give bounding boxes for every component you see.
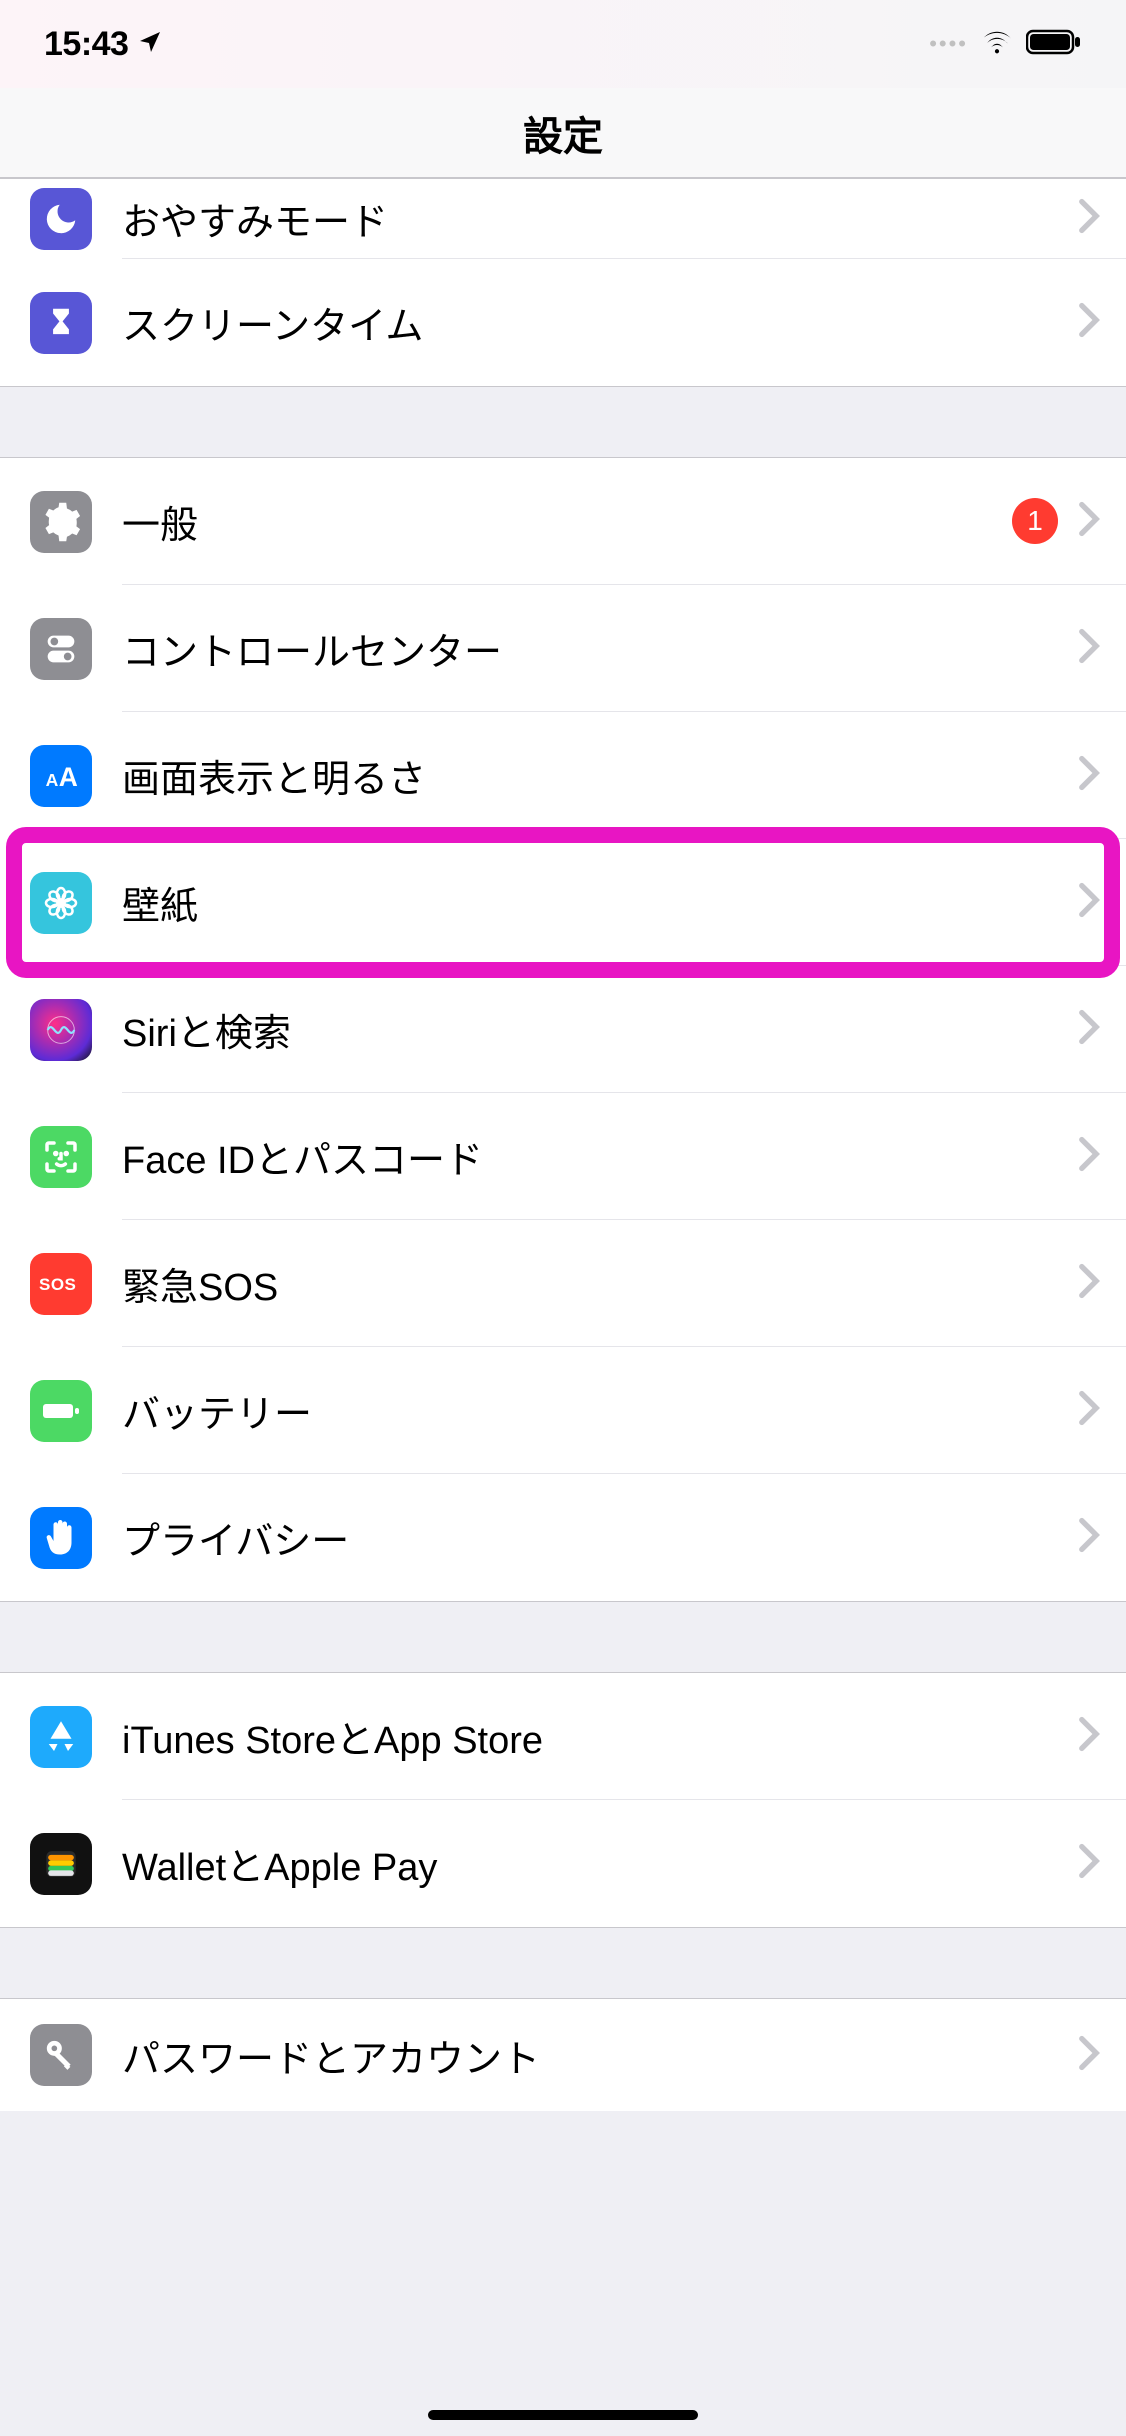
chevron-right-icon [1078,1263,1100,1304]
chevron-right-icon [1078,1716,1100,1757]
row-label: WalletとApple Pay [122,1836,1078,1891]
chevron-right-icon [1078,302,1100,343]
chevron-right-icon [1078,501,1100,542]
hand-icon [30,1507,92,1569]
chevron-right-icon [1078,2035,1100,2076]
row-label: おやすみモード [122,191,1078,246]
row-itunes-store[interactable]: iTunes StoreとApp Store [0,1673,1126,1800]
row-screentime[interactable]: スクリーンタイム [0,259,1126,386]
group-gap [0,1602,1126,1672]
chevron-right-icon [1078,1390,1100,1431]
key-icon [30,2024,92,2086]
row-label: iTunes StoreとApp Store [122,1709,1078,1764]
battery-icon [1026,29,1082,60]
faceid-icon [30,1126,92,1188]
settings-group-1: 一般 1 コントロールセンター AA 画面表示と明るさ 壁紙 [0,457,1126,1602]
row-label: Face IDとパスコード [122,1129,1078,1184]
page-title: 設定 [523,104,603,162]
row-label: コントロールセンター [122,621,1078,676]
settings-group-3: パスワードとアカウント [0,1998,1126,2111]
chevron-right-icon [1078,755,1100,796]
cellular-dots-icon: •••• [929,31,968,57]
wallet-icon [30,1833,92,1895]
row-label: 画面表示と明るさ [122,748,1078,803]
textsize-icon: AA [30,745,92,807]
row-sos[interactable]: SOS 緊急SOS [0,1220,1126,1347]
status-left: 15:43 [44,25,162,64]
chevron-right-icon [1078,1517,1100,1558]
group-gap [0,387,1126,457]
status-time: 15:43 [44,25,128,64]
row-label: Siriと検索 [122,1002,1078,1057]
row-wallpaper[interactable]: 壁紙 [0,839,1126,966]
notification-badge: 1 [1012,498,1058,544]
settings-group-2: iTunes StoreとApp Store WalletとApple Pay [0,1672,1126,1928]
location-icon [138,30,162,59]
gear-icon [30,491,92,553]
chevron-right-icon [1078,628,1100,669]
group-gap [0,1928,1126,1998]
row-display[interactable]: AA 画面表示と明るさ [0,712,1126,839]
row-general[interactable]: 一般 1 [0,458,1126,585]
row-wallet[interactable]: WalletとApple Pay [0,1800,1126,1927]
chevron-right-icon [1078,1009,1100,1050]
chevron-right-icon [1078,882,1100,923]
row-label: バッテリー [122,1383,1078,1438]
hourglass-icon [30,292,92,354]
row-label: スクリーンタイム [122,295,1078,350]
row-privacy[interactable]: プライバシー [0,1474,1126,1601]
row-passwords[interactable]: パスワードとアカウント [0,1999,1126,2111]
flower-icon [30,872,92,934]
row-battery[interactable]: バッテリー [0,1347,1126,1474]
svg-text:A: A [46,769,59,789]
status-right: •••• [929,29,1082,60]
row-label: 緊急SOS [122,1256,1078,1311]
appstore-icon [30,1706,92,1768]
home-indicator[interactable] [428,2410,698,2420]
switches-icon [30,618,92,680]
moon-icon [30,188,92,250]
row-control-center[interactable]: コントロールセンター [0,585,1126,712]
chevron-right-icon [1078,1136,1100,1177]
row-siri[interactable]: Siriと検索 [0,966,1126,1093]
svg-text:SOS: SOS [39,1275,76,1294]
row-label: パスワードとアカウント [122,2028,1078,2083]
settings-group-0: おやすみモード スクリーンタイム [0,178,1126,387]
row-label: 一般 [122,494,1012,549]
svg-text:A: A [59,761,78,791]
wifi-icon [980,29,1014,60]
chevron-right-icon [1078,198,1100,239]
row-label: プライバシー [122,1510,1078,1565]
row-faceid[interactable]: Face IDとパスコード [0,1093,1126,1220]
siri-icon [30,999,92,1061]
sos-icon: SOS [30,1253,92,1315]
row-label: 壁紙 [122,875,1078,930]
chevron-right-icon [1078,1843,1100,1884]
battery-fill-icon [30,1380,92,1442]
status-bar: 15:43 •••• [0,0,1126,88]
row-dnd[interactable]: おやすみモード [0,179,1126,259]
page-header: 設定 [0,88,1126,178]
